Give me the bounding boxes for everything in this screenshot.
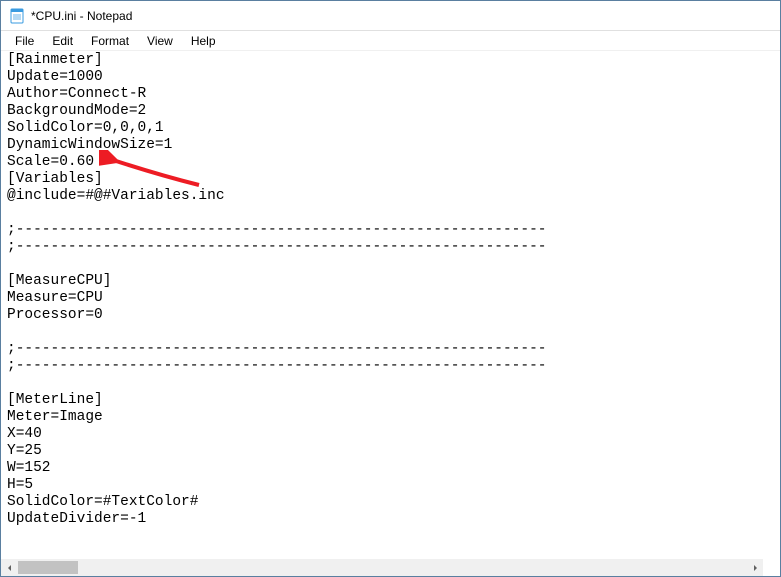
menu-file[interactable]: File <box>7 32 42 50</box>
text-editor[interactable]: [Rainmeter] Update=1000 Author=Connect-R… <box>7 52 774 528</box>
content-area: [Rainmeter] Update=1000 Author=Connect-R… <box>1 51 780 576</box>
scroll-track[interactable] <box>18 559 746 576</box>
scroll-thumb[interactable] <box>18 561 78 574</box>
app-window: *CPU.ini - Notepad File Edit Format View… <box>0 0 781 577</box>
window-title: *CPU.ini - Notepad <box>31 9 132 23</box>
scroll-left-button[interactable] <box>1 559 18 576</box>
menu-format[interactable]: Format <box>83 32 137 50</box>
menu-edit[interactable]: Edit <box>44 32 81 50</box>
titlebar: *CPU.ini - Notepad <box>1 1 780 31</box>
menu-help[interactable]: Help <box>183 32 224 50</box>
scroll-right-button[interactable] <box>746 559 763 576</box>
menu-view[interactable]: View <box>139 32 181 50</box>
menubar: File Edit Format View Help <box>1 31 780 51</box>
horizontal-scrollbar[interactable] <box>1 559 763 576</box>
notepad-icon <box>9 8 25 24</box>
